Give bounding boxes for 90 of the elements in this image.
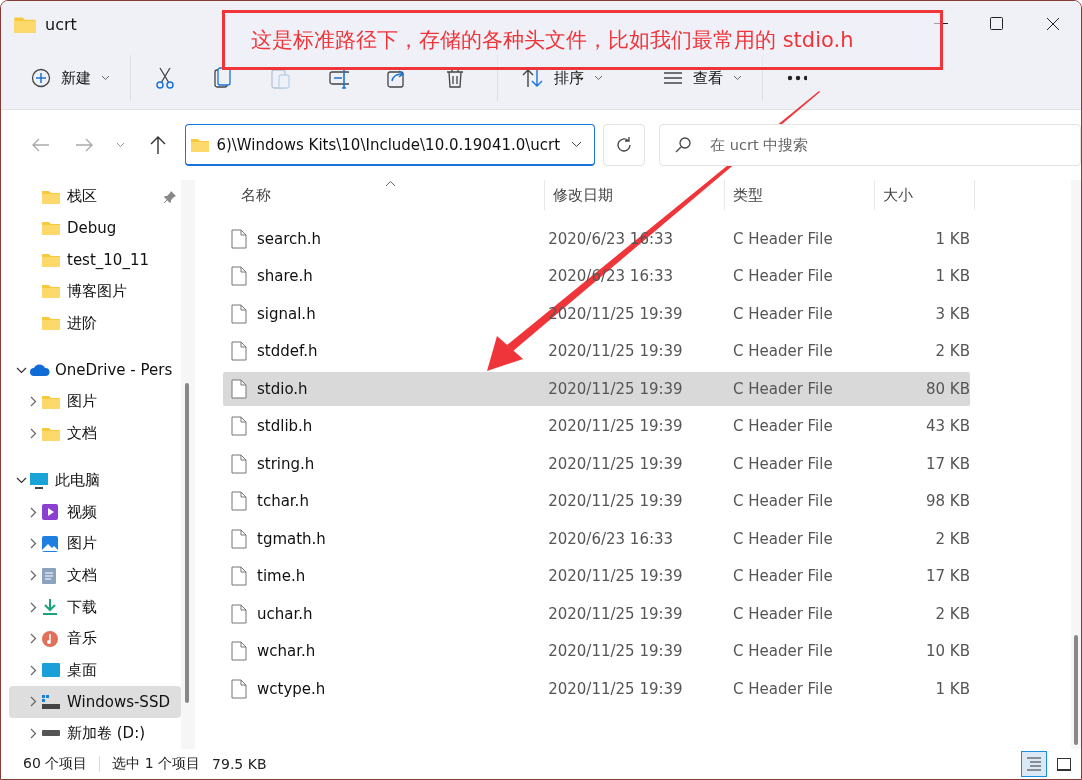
file-name: wchar.h (257, 642, 316, 660)
file-type: C Header File (731, 267, 834, 285)
sidebar-item[interactable]: Windows-SSD (9, 686, 181, 718)
modified-date: 2020/11/25 19:39 (547, 454, 684, 473)
file-row[interactable]: wctype.h 2020/11/25 19:39 C Header File 1 KB (223, 671, 970, 706)
file-name: tchar.h (257, 492, 309, 510)
file-type: C Header File (731, 642, 834, 660)
file-type: C Header File (731, 342, 834, 360)
file-size: 1 KB (934, 679, 970, 698)
file-size: 1 KB (934, 267, 970, 285)
sidebar-item[interactable]: 博客图片 (9, 275, 181, 308)
file-type: C Header File (731, 229, 834, 248)
file-row[interactable]: time.h 2020/11/25 19:39 C Header File 17 KB (223, 559, 970, 593)
file-type: C Header File (731, 679, 834, 698)
modified-date: 2020/11/25 19:39 (547, 417, 684, 435)
file-row[interactable]: wchar.h 2020/11/25 19:39 C Header File 10 KB (223, 634, 970, 668)
sort-button[interactable]: 排序 (512, 58, 613, 98)
item-count: 60 个项目 (23, 755, 88, 773)
file-row[interactable]: stdio.h 2020/11/25 19:39 C Header File 80 KB (223, 371, 970, 406)
sidebar-item[interactable]: OneDrive - Pers (9, 354, 181, 387)
file-row[interactable]: tchar.h 2020/11/25 19:39 C Header File 98 KB (223, 484, 970, 518)
column-header[interactable]: 名称 (233, 180, 411, 210)
view-button[interactable]: 查看 (653, 58, 752, 98)
file-name: stdio.h (257, 379, 308, 398)
selection-count: 选中 1 个项目 (112, 755, 201, 773)
file-size: 10 KB (925, 642, 970, 660)
file-type: C Header File (731, 529, 834, 548)
sidebar-item[interactable]: 文档 (9, 417, 181, 450)
sidebar-item[interactable]: 文档 (9, 559, 181, 592)
file-row[interactable]: stddef.h 2020/11/25 19:39 C Header File 2 KB (223, 334, 970, 368)
modified-date: 2020/11/25 19:39 (547, 642, 684, 660)
file-name: string.h (257, 454, 315, 473)
sidebar-item[interactable]: 栈区 (9, 181, 181, 213)
sidebar-item[interactable]: Debug (9, 212, 181, 245)
column-header[interactable]: 修改日期 (545, 180, 621, 210)
sidebar-item[interactable]: 图片 (9, 386, 181, 418)
file-type: C Header File (731, 417, 834, 435)
file-name: stddef.h (257, 342, 318, 360)
file-size: 1 KB (934, 229, 970, 248)
file-size: 2 KB (934, 529, 970, 548)
file-name: signal.h (257, 304, 316, 323)
modified-date: 2020/11/25 19:39 (547, 604, 684, 623)
file-name: share.h (257, 267, 313, 285)
file-type: C Header File (731, 604, 834, 623)
file-type: C Header File (731, 567, 834, 585)
file-name: stdlib.h (257, 417, 313, 435)
modified-date: 2020/6/23 16:33 (547, 529, 675, 548)
file-name: wctype.h (257, 679, 326, 698)
file-size: 43 KB (925, 417, 970, 435)
file-row[interactable]: tgmath.h 2020/6/23 16:33 C Header File 2 KB (223, 521, 970, 556)
file-row[interactable]: uchar.h 2020/11/25 19:39 C Header File 2 KB (223, 596, 970, 631)
sidebar-item[interactable]: 下载 (9, 591, 181, 623)
column-header[interactable]: 类型 (725, 180, 771, 210)
window-title: ucrt (45, 14, 77, 34)
file-size: 98 KB (925, 492, 970, 510)
sidebar-item[interactable]: 此电脑 (9, 465, 181, 497)
column-header[interactable]: 大小 (875, 180, 921, 210)
file-row[interactable]: stdlib.h 2020/11/25 19:39 C Header File 43 KB (223, 409, 970, 443)
file-name: tgmath.h (257, 529, 326, 548)
modified-date: 2020/11/25 19:39 (547, 492, 684, 510)
modified-date: 2020/11/25 19:39 (547, 679, 684, 698)
address-field[interactable]: 6)\Windows Kits\10\Include\10.0.19041.0\ucrt (185, 124, 596, 166)
modified-date: 2020/11/25 19:39 (547, 342, 684, 360)
file-type: C Header File (731, 454, 834, 473)
sidebar-item[interactable]: 新加卷 (D:) (9, 717, 181, 749)
file-size: 17 KB (925, 454, 970, 473)
file-type: C Header File (731, 379, 834, 398)
file-name: uchar.h (257, 604, 313, 623)
modified-date: 2020/11/25 19:39 (547, 379, 684, 398)
file-size: 17 KB (925, 567, 970, 585)
file-type: C Header File (731, 492, 834, 510)
search-field[interactable]: 在 ucrt 中搜索 (659, 124, 1081, 166)
file-name: time.h (257, 567, 306, 585)
file-size: 2 KB (934, 342, 970, 360)
new-button[interactable]: 新建 (21, 58, 120, 98)
annotation-text: 这是标准路径下，存储的各种头文件，比如我们最常用的 stdio.h (251, 27, 854, 54)
sidebar-item[interactable]: 视频 (9, 496, 181, 529)
selection-size: 79.5 KB (212, 756, 267, 772)
file-size: 2 KB (934, 604, 970, 623)
sidebar-item[interactable]: test_10_11 (9, 244, 181, 276)
file-size: 3 KB (934, 304, 970, 323)
file-type: C Header File (731, 304, 834, 323)
file-name: search.h (257, 229, 322, 248)
file-row[interactable]: string.h 2020/11/25 19:39 C Header File 17 KB (223, 446, 970, 481)
modified-date: 2020/11/25 19:39 (547, 567, 684, 585)
sidebar-item[interactable]: 音乐 (9, 622, 181, 655)
sidebar-item[interactable]: 进阶 (9, 307, 181, 339)
sidebar-item[interactable]: 图片 (9, 528, 181, 560)
sidebar-item[interactable]: 桌面 (9, 654, 181, 686)
file-size: 80 KB (925, 379, 970, 398)
